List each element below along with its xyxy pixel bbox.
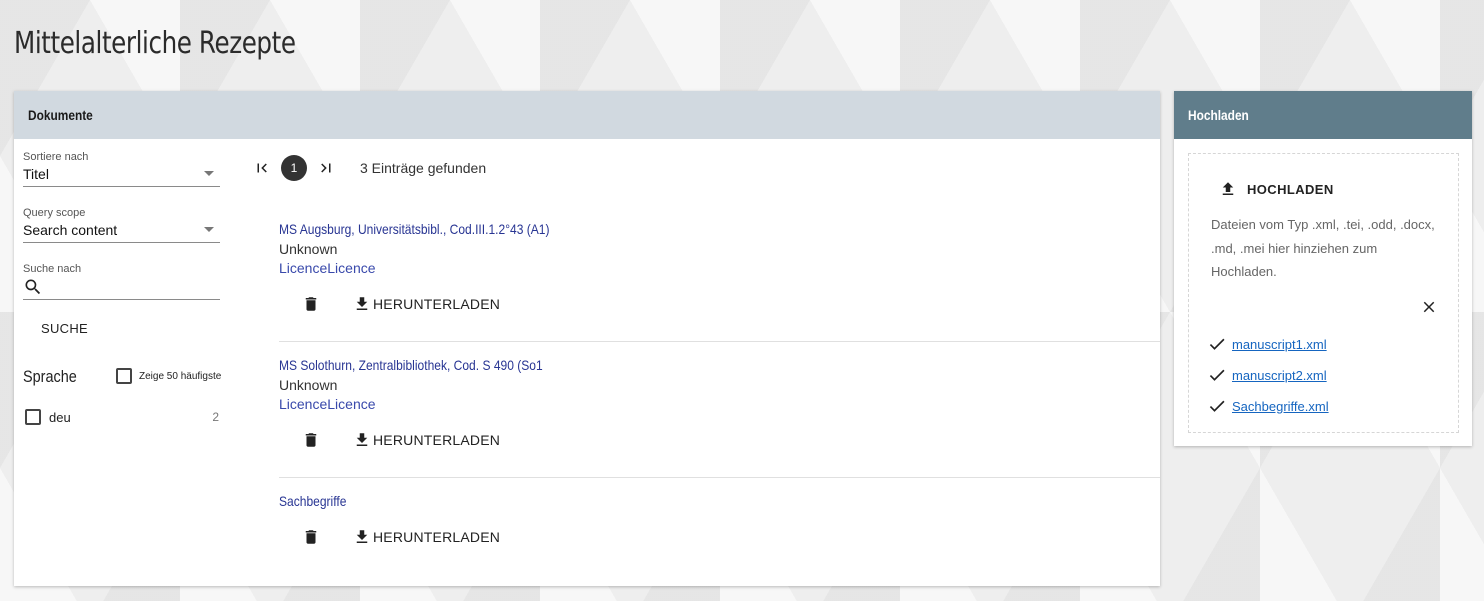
facet-item-checkbox[interactable] [25,409,41,425]
document-actions: HERUNTERLADEN [279,428,1160,452]
page-title: Mittelalterliche Rezepte [14,26,296,61]
document-author: Unknown [279,241,338,257]
facet-item-count: 2 [212,410,219,424]
chevron-down-icon [204,227,214,232]
upload-panel: Hochladen HOCHLADEN Dateien vom Typ .xml… [1174,91,1472,446]
document-licence-link[interactable]: LicenceLicence [279,260,1160,276]
divider [279,341,1160,342]
uploaded-file: Sachbegriffe.xml [1207,396,1329,416]
sort-select[interactable]: Sortiere nach Titel [23,151,220,187]
search-field[interactable]: Suche nach [23,263,220,300]
upload-button[interactable]: HOCHLADEN [1219,180,1334,198]
result-count: 3 Einträge gefunden [360,160,487,176]
trash-icon[interactable] [302,430,320,450]
uploaded-file: manuscript1.xml [1207,334,1327,354]
close-icon[interactable] [1420,298,1438,316]
uploaded-file-link[interactable]: manuscript1.xml [1232,337,1327,352]
show-top-50-checkbox[interactable] [116,368,132,384]
documents-panel-header: Dokumente [14,91,1160,139]
document-title-link[interactable]: MS Augsburg, Universitätsbibl., Cod.III.… [279,221,549,237]
upload-dropzone[interactable]: HOCHLADEN Dateien vom Typ .xml, .tei, .o… [1188,153,1459,433]
download-label: HERUNTERLADEN [373,432,501,448]
show-top-50-label: Zeige 50 häufigste [139,370,222,382]
query-scope-select[interactable]: Query scope Search content [23,207,220,243]
document-item: MS Solothurn, Zentralbibliothek, Cod. S … [279,357,1160,452]
first-page-icon [257,163,267,173]
document-title-link[interactable]: MS Solothurn, Zentralbibliothek, Cod. S … [279,357,543,373]
show-top-50-toggle[interactable]: Zeige 50 häufigste [116,368,221,384]
download-label: HERUNTERLADEN [373,296,501,312]
uploaded-file-link[interactable]: Sachbegriffe.xml [1232,399,1329,414]
last-page-button[interactable] [316,158,336,178]
upload-button-label: HOCHLADEN [1247,181,1334,197]
facet-title: Sprache [23,367,77,386]
trash-icon[interactable] [302,294,320,314]
chevron-down-icon [204,171,214,176]
download-button[interactable]: HERUNTERLADEN [353,528,500,546]
search-input-row[interactable] [23,275,220,299]
download-icon [356,297,368,310]
upload-panel-title: Hochladen [1188,107,1249,123]
first-page-button[interactable] [252,158,272,178]
download-button[interactable]: HERUNTERLADEN [353,431,500,449]
download-icon [356,530,368,543]
check-icon [1209,338,1225,350]
document-author: Unknown [279,377,338,393]
download-label: HERUNTERLADEN [373,529,501,545]
upload-description: Dateien vom Typ .xml, .tei, .odd, .docx,… [1211,217,1435,279]
document-actions: HERUNTERLADEN [279,292,1160,316]
facet-item-name: deu [49,409,71,425]
download-button[interactable]: HERUNTERLADEN [353,295,500,313]
query-scope-value: Search content [23,222,118,238]
document-item: Sachbegriffe HERUNTERLADEN [279,493,1160,549]
trash-icon[interactable] [302,527,320,547]
check-icon [1209,400,1225,412]
upload-panel-header: Hochladen [1174,91,1472,139]
pagination: 1 3 Einträge gefunden [252,155,486,181]
document-title-link[interactable]: Sachbegriffe [279,493,346,509]
search-icon [25,279,41,295]
page-number-current[interactable]: 1 [281,155,307,181]
upload-icon [1222,182,1234,195]
check-icon [1209,369,1225,381]
document-item: MS Augsburg, Universitätsbibl., Cod.III.… [279,221,1160,316]
documents-panel-title: Dokumente [28,107,93,123]
facet-item-deu[interactable]: deu 2 [25,409,219,425]
documents-panel: Dokumente Sortiere nach Titel Query scop… [14,91,1160,586]
search-button[interactable]: SUCHE [41,321,88,336]
search-field-label: Suche nach [23,263,82,275]
document-licence-link[interactable]: LicenceLicence [279,396,1160,412]
sort-select-value: Titel [23,166,49,182]
document-actions: HERUNTERLADEN [279,525,1160,549]
last-page-icon [321,163,331,173]
uploaded-file: manuscript2.xml [1207,365,1327,385]
query-scope-label: Query scope [23,207,86,219]
download-icon [356,433,368,446]
uploaded-file-link[interactable]: manuscript2.xml [1232,368,1327,383]
divider [279,477,1160,478]
sort-select-label: Sortiere nach [23,151,89,163]
